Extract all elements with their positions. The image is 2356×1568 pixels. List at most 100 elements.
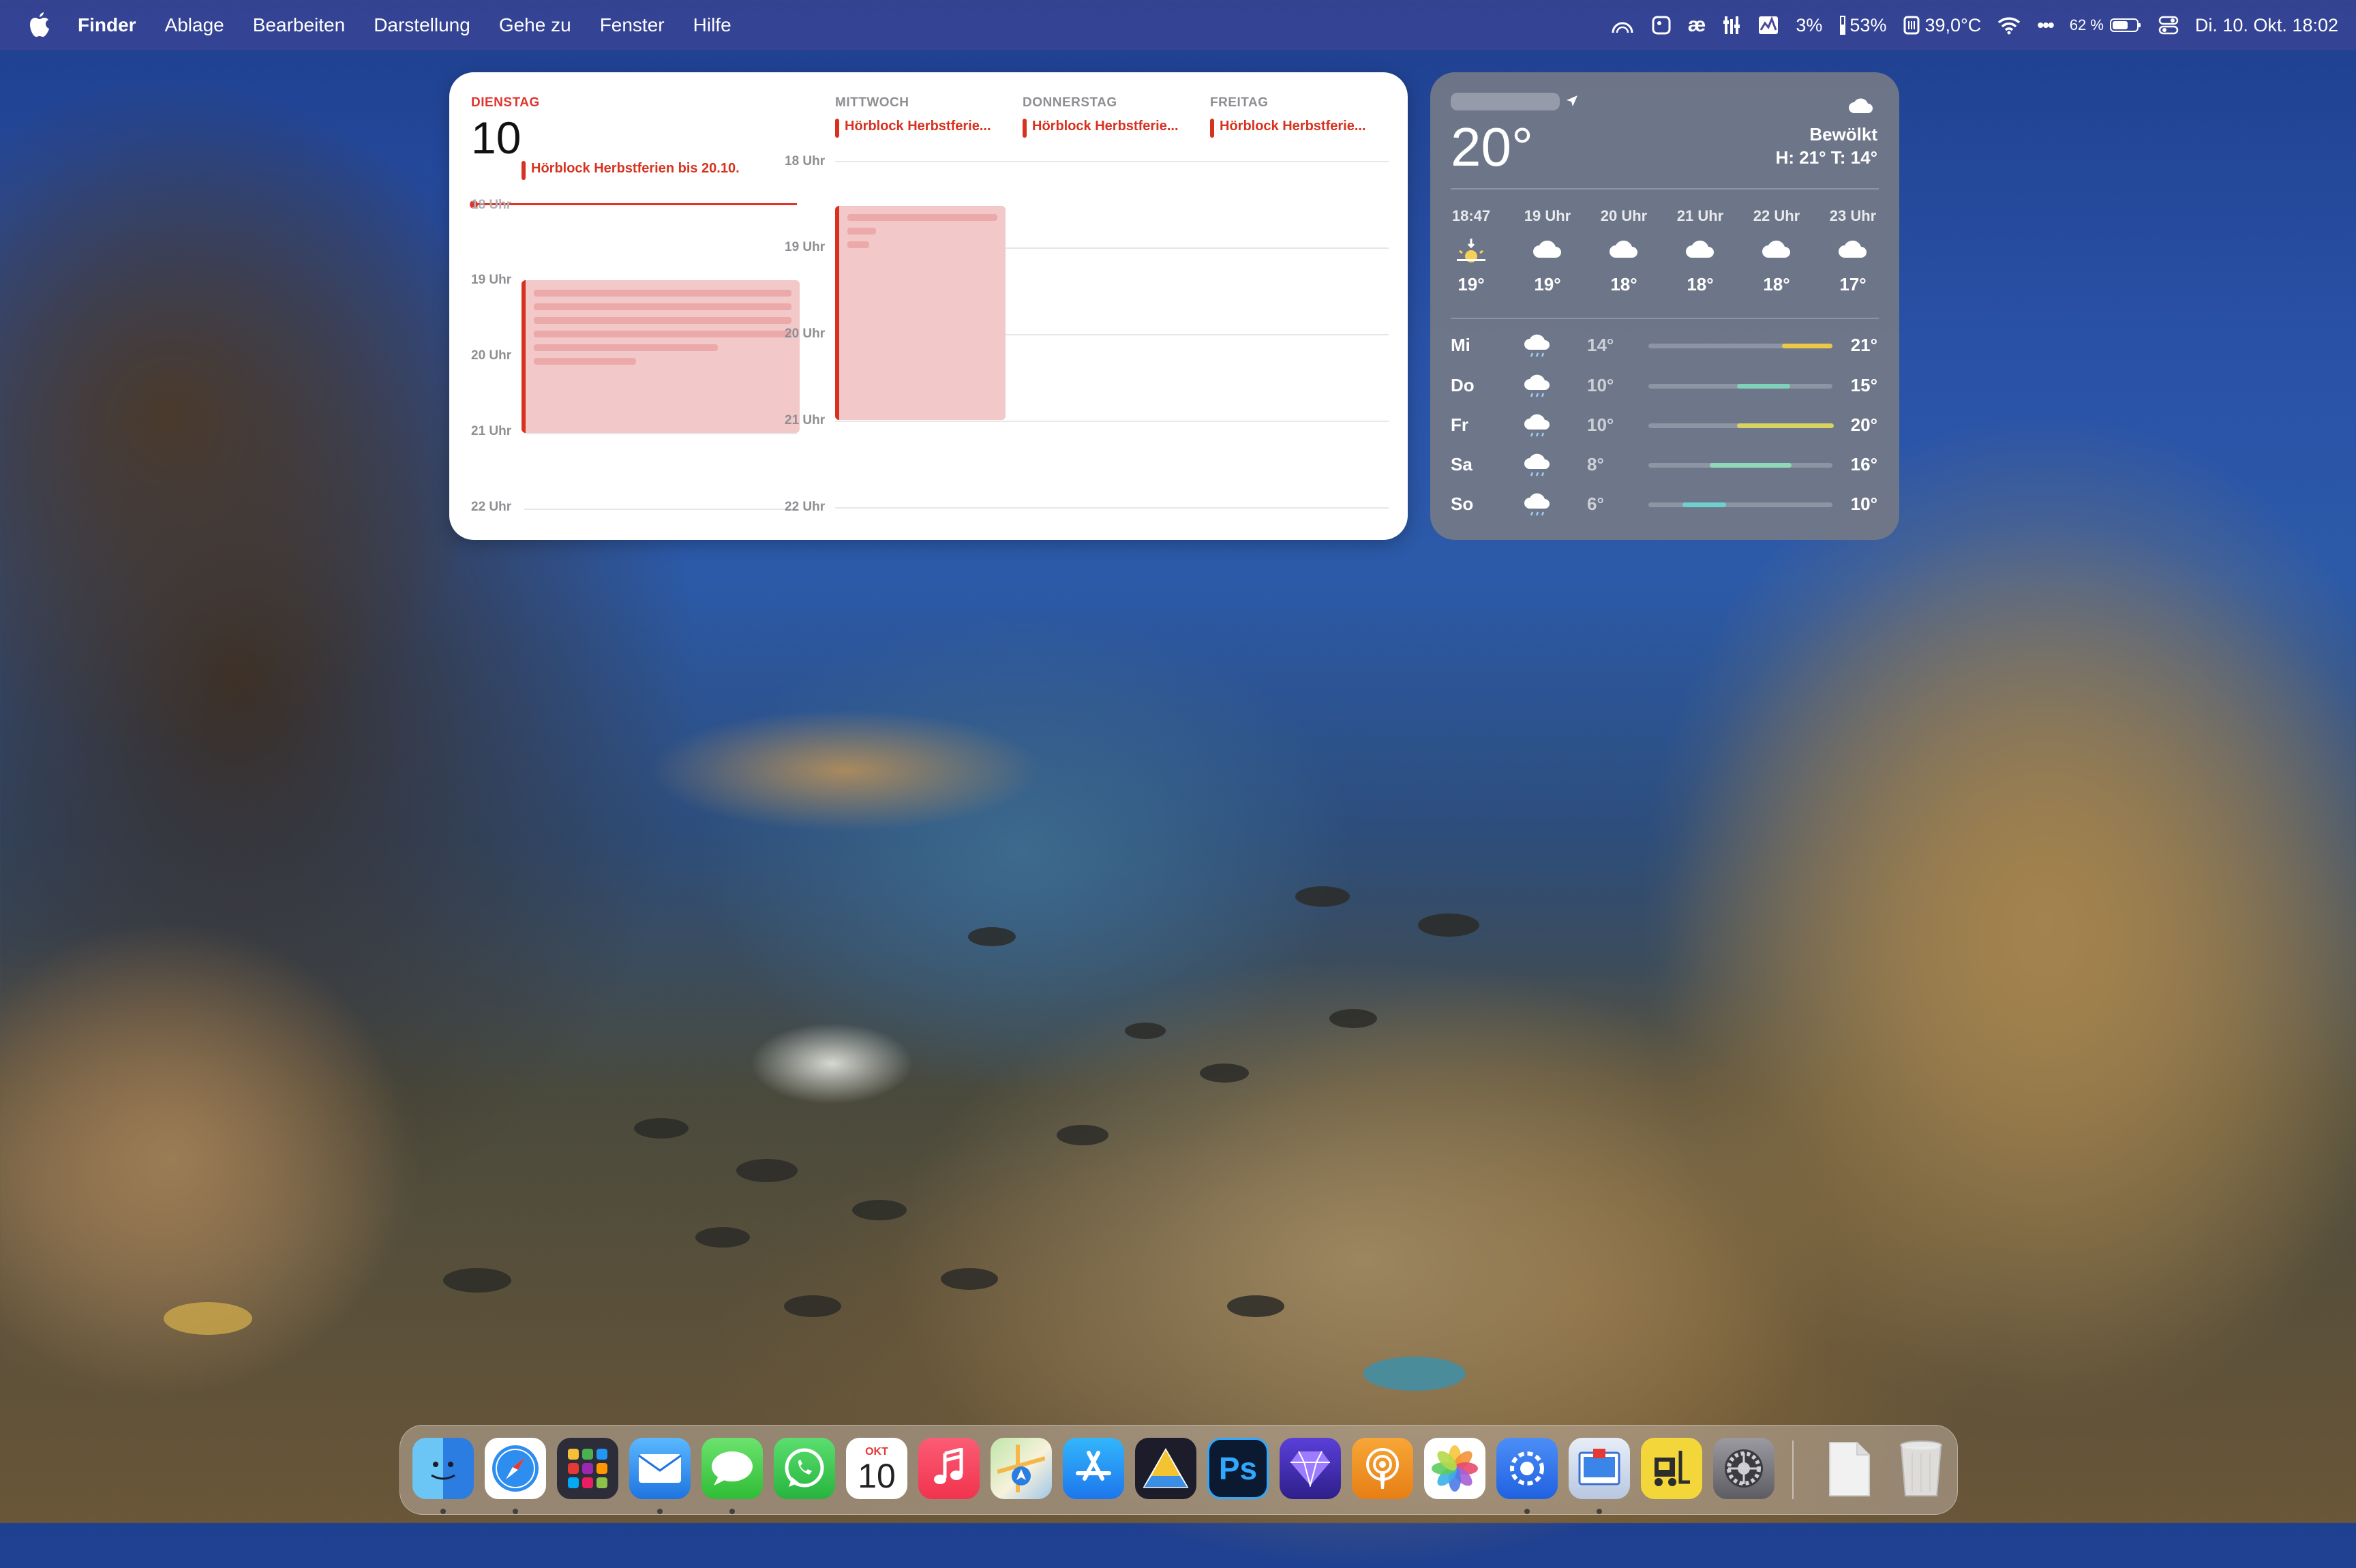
activity-icon[interactable] xyxy=(1757,15,1779,35)
forklift-icon[interactable] xyxy=(1641,1438,1702,1499)
temperature-range-fill xyxy=(1710,463,1792,468)
location-name-blurred xyxy=(1451,93,1560,110)
calendar-widget[interactable]: DIENSTAG 10 Hörblock Herbstferien bis 20… xyxy=(449,72,1408,540)
menu-darstellung[interactable]: Darstellung xyxy=(374,14,470,36)
hour-label: 21 Uhr xyxy=(785,413,826,427)
daily-forecast-row: So 6° 10° xyxy=(1451,491,1877,518)
divider xyxy=(1451,188,1879,190)
gem-app-icon[interactable] xyxy=(1280,1438,1341,1499)
allday-event-today[interactable]: Hörblock Herbstferien bis 20.10. xyxy=(522,161,817,180)
tools-icon[interactable] xyxy=(1722,15,1741,35)
podcast-icon[interactable] xyxy=(1352,1438,1413,1499)
temperature-range-bar xyxy=(1648,423,1834,428)
battery-percent: 62 % xyxy=(2069,16,2104,33)
wifi-icon[interactable] xyxy=(1997,16,2021,35)
trash-icon[interactable] xyxy=(1890,1438,1952,1499)
cloud-icon xyxy=(1760,236,1794,263)
battery-status[interactable]: 62 % xyxy=(2070,16,2142,34)
current-time-line xyxy=(474,203,797,205)
weather-widget[interactable]: 20° Bewölkt H: 21° T: 14° 18:47 19° 19 U… xyxy=(1430,72,1899,540)
temperature-range-fill xyxy=(1782,344,1832,348)
settings-app-icon[interactable] xyxy=(1496,1438,1558,1499)
temperature-range-bar xyxy=(1648,502,1832,507)
temperature-range-fill xyxy=(1737,423,1834,428)
sunset-icon xyxy=(1454,236,1488,263)
divider xyxy=(1451,318,1879,319)
today-dayname: DIENSTAG xyxy=(471,95,540,110)
safari-icon[interactable] xyxy=(485,1438,546,1499)
calendar-event-blurred[interactable] xyxy=(522,280,800,433)
hour-label: 19 Uhr xyxy=(785,240,826,254)
day-header-thursday: DONNERSTAG xyxy=(1023,95,1117,110)
hour-label: 19 Uhr xyxy=(471,273,512,287)
messages-icon[interactable] xyxy=(701,1438,763,1499)
daily-forecast-row: Mi 14° 21° xyxy=(1451,332,1877,359)
calendar-app-icon[interactable]: OKT 10 xyxy=(846,1438,907,1499)
menu-app-finder[interactable]: Finder xyxy=(78,14,136,36)
mail-icon[interactable] xyxy=(629,1438,691,1499)
hour-label: 18 Uhr xyxy=(471,198,512,212)
disk-icon[interactable] xyxy=(1651,15,1672,35)
cpu-usage[interactable]: 3% xyxy=(1796,15,1822,36)
cloud-rain-icon xyxy=(1522,491,1554,518)
hour-label: 20 Uhr xyxy=(471,348,512,363)
running-indicator xyxy=(1524,1509,1530,1514)
calendar-event-blurred[interactable] xyxy=(835,206,1006,420)
control-center-icon[interactable] xyxy=(2158,16,2179,35)
system-preferences-icon[interactable] xyxy=(1713,1438,1774,1499)
temperature-value: 39,0°C xyxy=(1924,14,1982,35)
high-low: H: 21° T: 14° xyxy=(1775,147,1877,168)
grid-line xyxy=(524,509,797,510)
apple-menu-icon[interactable] xyxy=(25,10,55,40)
hourly-forecast-item: 18:47 19° xyxy=(1451,207,1491,295)
affinity-icon[interactable] xyxy=(1135,1438,1196,1499)
temperature-icon[interactable]: 39,0°C xyxy=(1903,15,1981,36)
documents-stack-icon[interactable] xyxy=(1818,1438,1879,1499)
photos-icon[interactable] xyxy=(1424,1438,1485,1499)
finder-icon[interactable] xyxy=(412,1438,474,1499)
dock: OKT 10 Ps xyxy=(399,1425,1958,1515)
daily-forecast-row: Do 10° 15° xyxy=(1451,372,1877,399)
temperature-range-bar xyxy=(1648,463,1832,468)
hourly-forecast-item: 20 Uhr 18° xyxy=(1600,207,1648,295)
running-indicator xyxy=(729,1509,735,1514)
location-arrow-icon xyxy=(1565,94,1579,111)
memory-icon[interactable]: 53% xyxy=(1839,15,1886,36)
photoshop-icon[interactable]: Ps xyxy=(1207,1438,1269,1499)
cloud-icon xyxy=(1836,236,1870,263)
allday-event-thursday[interactable]: Hörblock Herbstferie... xyxy=(1023,119,1211,138)
today-date: 10 xyxy=(471,112,522,163)
more-icon[interactable]: ••• xyxy=(2037,14,2054,36)
grid-line xyxy=(835,161,1389,162)
menu-gehe-zu[interactable]: Gehe zu xyxy=(499,14,571,36)
daily-forecast-row: Sa 8° 16° xyxy=(1451,451,1877,479)
temperature-range-bar xyxy=(1648,344,1832,348)
menu-bar: Finder Ablage Bearbeiten Darstellung Geh… xyxy=(0,0,2356,50)
whatsapp-icon[interactable] xyxy=(774,1438,835,1499)
menu-ablage[interactable]: Ablage xyxy=(165,14,224,36)
day-header-wednesday: MITTWOCH xyxy=(835,95,909,110)
text-input-icon[interactable]: æ xyxy=(1688,14,1706,37)
gauge-icon[interactable] xyxy=(1610,15,1635,35)
maps-icon[interactable] xyxy=(991,1438,1052,1499)
hour-label: 20 Uhr xyxy=(785,327,826,341)
launchpad-icon[interactable] xyxy=(557,1438,618,1499)
status-area: æ 3% 53% 39,0°C ••• 62 % Di. 10. Okt. 18… xyxy=(1610,0,2338,50)
cloud-rain-icon xyxy=(1522,372,1554,399)
menu-hilfe[interactable]: Hilfe xyxy=(693,14,731,36)
allday-event-wednesday[interactable]: Hörblock Herbstferie... xyxy=(835,119,1023,138)
music-icon[interactable] xyxy=(918,1438,980,1499)
cloud-icon xyxy=(1530,236,1565,263)
temperature-range-fill xyxy=(1737,384,1790,389)
app-store-icon[interactable] xyxy=(1063,1438,1124,1499)
allday-event-friday[interactable]: Hörblock Herbstferie... xyxy=(1210,119,1398,138)
clock[interactable]: Di. 10. Okt. 18:02 xyxy=(2195,15,2338,36)
daily-forecast-row: Fr 10° 20° xyxy=(1451,412,1877,439)
preview-icon[interactable] xyxy=(1569,1438,1630,1499)
menu-bearbeiten[interactable]: Bearbeiten xyxy=(253,14,345,36)
cloud-icon xyxy=(1607,236,1641,263)
menu-fenster[interactable]: Fenster xyxy=(600,14,665,36)
hour-label: 22 Uhr xyxy=(785,500,826,514)
temperature-range-fill xyxy=(1682,502,1726,507)
running-indicator xyxy=(657,1509,663,1514)
